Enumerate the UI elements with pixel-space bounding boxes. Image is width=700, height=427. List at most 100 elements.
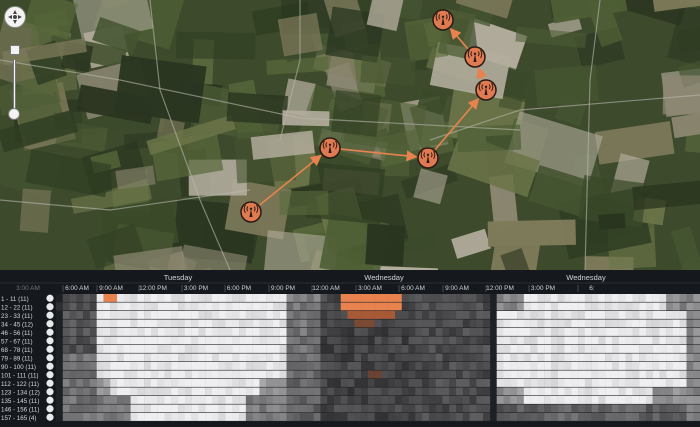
heatmap-cell[interactable]	[279, 370, 287, 379]
heatmap-cell[interactable]	[150, 362, 158, 370]
heatmap-cell[interactable]	[571, 311, 579, 319]
heatmap-cell[interactable]	[672, 302, 680, 311]
heatmap-cell[interactable]	[300, 413, 308, 421]
heatmap-cell[interactable]	[564, 336, 572, 345]
heatmap-cell[interactable]	[150, 379, 158, 387]
heatmap-cell[interactable]	[279, 379, 287, 387]
heatmap-cell[interactable]	[367, 319, 375, 328]
heatmap-cell[interactable]	[96, 362, 104, 370]
heatmap-cell[interactable]	[123, 345, 131, 353]
heatmap-cell[interactable]	[564, 379, 572, 387]
heatmap-cell[interactable]	[571, 387, 579, 396]
heatmap-cell[interactable]	[598, 328, 606, 336]
heatmap-cell[interactable]	[157, 413, 165, 421]
heatmap-cell[interactable]	[239, 379, 247, 387]
heatmap-cell[interactable]	[69, 396, 77, 404]
heatmap-cell[interactable]	[679, 387, 687, 396]
heatmap-cell[interactable]	[211, 345, 219, 353]
heatmap-cell[interactable]	[347, 387, 355, 396]
heatmap-cell[interactable]	[171, 336, 179, 345]
heatmap-cell[interactable]	[150, 319, 158, 328]
heatmap-cell[interactable]	[76, 370, 84, 379]
heatmap-cell[interactable]	[611, 302, 619, 311]
heatmap-cell[interactable]	[110, 328, 118, 336]
heatmap-cell[interactable]	[415, 396, 423, 404]
heatmap-cell[interactable]	[69, 370, 77, 379]
heatmap-cell[interactable]	[639, 370, 647, 379]
heatmap-cell[interactable]	[320, 404, 328, 413]
heatmap-cell[interactable]	[605, 362, 613, 370]
heatmap-cell[interactable]	[679, 396, 687, 404]
heatmap-cell[interactable]	[517, 387, 525, 396]
heatmap-cell[interactable]	[625, 362, 633, 370]
heatmap-cell[interactable]	[62, 345, 70, 353]
heatmap-cell[interactable]	[117, 328, 124, 336]
heatmap-cell[interactable]	[252, 319, 260, 328]
heatmap-cell[interactable]	[232, 379, 240, 387]
heatmap-cell[interactable]	[211, 328, 219, 336]
heatmap-cell[interactable]	[578, 404, 586, 413]
heatmap-cell[interactable]	[584, 345, 592, 353]
heatmap-cell[interactable]	[564, 362, 572, 370]
heatmap-cell[interactable]	[117, 404, 124, 413]
heatmap-cell[interactable]	[306, 319, 314, 328]
heatmap-cell[interactable]	[666, 294, 674, 302]
heatmap-cell[interactable]	[69, 404, 77, 413]
row-select-toggle[interactable]	[46, 294, 54, 302]
zoom-thumb[interactable]	[8, 108, 20, 120]
heatmap-cell[interactable]	[313, 328, 321, 336]
heatmap-cell[interactable]	[476, 362, 484, 370]
heatmap-cell[interactable]	[395, 396, 402, 404]
heatmap-cell[interactable]	[137, 362, 145, 370]
heatmap-cell[interactable]	[510, 319, 518, 328]
heatmap-cell[interactable]	[469, 294, 477, 302]
heatmap-cell[interactable]	[110, 413, 118, 421]
heatmap-cell[interactable]	[272, 345, 280, 353]
heatmap-cell[interactable]	[211, 413, 219, 421]
heatmap-cell[interactable]	[672, 353, 680, 362]
heatmap-cell[interactable]	[537, 311, 545, 319]
heatmap-cell[interactable]	[117, 319, 124, 328]
heatmap-cell[interactable]	[137, 302, 145, 311]
heatmap-cell[interactable]	[632, 345, 640, 353]
heatmap-cell[interactable]	[503, 328, 511, 336]
heatmap-cell[interactable]	[591, 370, 599, 379]
heatmap-cell[interactable]	[96, 302, 104, 311]
heatmap-cell[interactable]	[333, 353, 341, 362]
heatmap-cell[interactable]	[415, 413, 423, 421]
heatmap-cell[interactable]	[408, 328, 416, 336]
heatmap-cell[interactable]	[184, 404, 192, 413]
heatmap-cell[interactable]	[130, 345, 138, 353]
heatmap-cell[interactable]	[259, 379, 267, 387]
heatmap-cell[interactable]	[618, 362, 626, 370]
heatmap-cell[interactable]	[625, 413, 633, 421]
heatmap-cell[interactable]	[259, 396, 267, 404]
heatmap-cell[interactable]	[306, 302, 314, 311]
heatmap-cell[interactable]	[611, 328, 619, 336]
heatmap-cell[interactable]	[320, 379, 328, 387]
heatmap-cell[interactable]	[259, 336, 267, 345]
row-select-toggle[interactable]	[46, 320, 54, 328]
heatmap-cell[interactable]	[96, 387, 104, 396]
heatmap-cell[interactable]	[381, 302, 389, 311]
heatmap-cell[interactable]	[184, 413, 192, 421]
heatmap-cell[interactable]	[259, 413, 267, 421]
heatmap-cell[interactable]	[164, 302, 172, 311]
heatmap-cell[interactable]	[89, 353, 97, 362]
heatmap-cell[interactable]	[381, 404, 389, 413]
heatmap-cell[interactable]	[672, 319, 680, 328]
heatmap-cell[interactable]	[367, 302, 375, 311]
heatmap-cell[interactable]	[395, 294, 402, 302]
heatmap-cell[interactable]	[354, 345, 362, 353]
heatmap-cell[interactable]	[415, 319, 423, 328]
heatmap-cell[interactable]	[184, 345, 192, 353]
heatmap-cell[interactable]	[537, 328, 545, 336]
heatmap-cell[interactable]	[408, 396, 416, 404]
heatmap-cell[interactable]	[544, 396, 552, 404]
heatmap-cell[interactable]	[476, 353, 484, 362]
heatmap-cell[interactable]	[266, 379, 274, 387]
heatmap-cell[interactable]	[83, 396, 91, 404]
heatmap-cell[interactable]	[449, 396, 457, 404]
heatmap-cell[interactable]	[205, 404, 213, 413]
heatmap-cell[interactable]	[198, 404, 206, 413]
